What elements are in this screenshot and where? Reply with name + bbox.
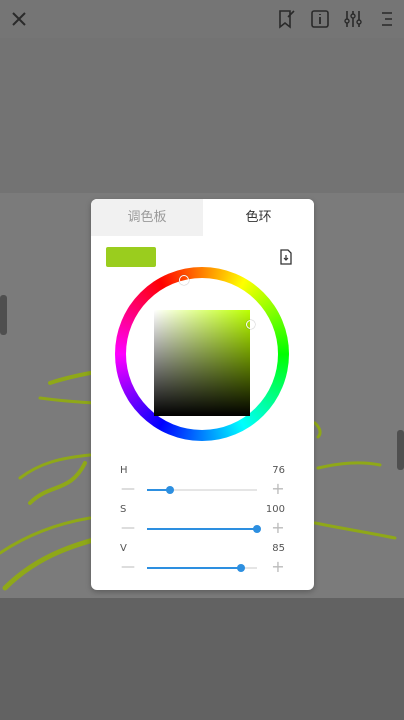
color-picker-panel: 调色板 色环 H 76 — + S 100 — + V 85 — + bbox=[91, 199, 314, 590]
close-icon[interactable] bbox=[8, 8, 30, 30]
menu-icon[interactable] bbox=[376, 8, 398, 30]
saturation-slider-knob[interactable] bbox=[253, 525, 261, 533]
current-color-swatch bbox=[106, 247, 156, 267]
saturation-control: S 100 — + bbox=[91, 504, 314, 542]
saturation-increase-button[interactable]: + bbox=[271, 518, 285, 538]
tab-color-wheel[interactable]: 色环 bbox=[203, 199, 314, 236]
info-icon[interactable] bbox=[309, 8, 331, 30]
value-control: V 85 — + bbox=[91, 543, 314, 581]
left-drag-handle[interactable] bbox=[0, 295, 7, 335]
saturation-value: 100 bbox=[265, 504, 285, 515]
value-increase-button[interactable]: + bbox=[271, 557, 285, 577]
value-slider-knob[interactable] bbox=[237, 564, 245, 572]
top-toolbar bbox=[0, 0, 404, 38]
value-label: V bbox=[120, 543, 127, 554]
tab-palette[interactable]: 调色板 bbox=[91, 199, 203, 236]
hue-control: H 76 — + bbox=[91, 465, 314, 503]
bookmark-edit-icon[interactable] bbox=[276, 8, 298, 30]
value-slider[interactable] bbox=[147, 564, 257, 572]
hue-value: 76 bbox=[272, 465, 285, 476]
saturation-decrease-button[interactable]: — bbox=[121, 518, 135, 538]
bottom-region bbox=[0, 598, 404, 720]
hue-marker[interactable] bbox=[179, 275, 189, 285]
hue-slider[interactable] bbox=[147, 486, 257, 494]
value-value: 85 bbox=[272, 543, 285, 554]
value-decrease-button[interactable]: — bbox=[121, 557, 135, 577]
sliders-icon[interactable] bbox=[342, 8, 364, 30]
saturation-slider[interactable] bbox=[147, 525, 261, 533]
saturation-label: S bbox=[120, 504, 127, 515]
sv-marker[interactable] bbox=[246, 320, 255, 329]
hue-increase-button[interactable]: + bbox=[271, 479, 285, 499]
right-drag-handle[interactable] bbox=[397, 430, 404, 470]
canvas-upper-region bbox=[0, 38, 404, 193]
import-file-icon[interactable] bbox=[279, 249, 293, 265]
color-tabs: 调色板 色环 bbox=[91, 199, 314, 236]
saturation-value-square[interactable] bbox=[154, 310, 250, 416]
hue-decrease-button[interactable]: — bbox=[121, 479, 135, 499]
hue-label: H bbox=[120, 465, 128, 476]
hue-slider-knob[interactable] bbox=[166, 486, 174, 494]
